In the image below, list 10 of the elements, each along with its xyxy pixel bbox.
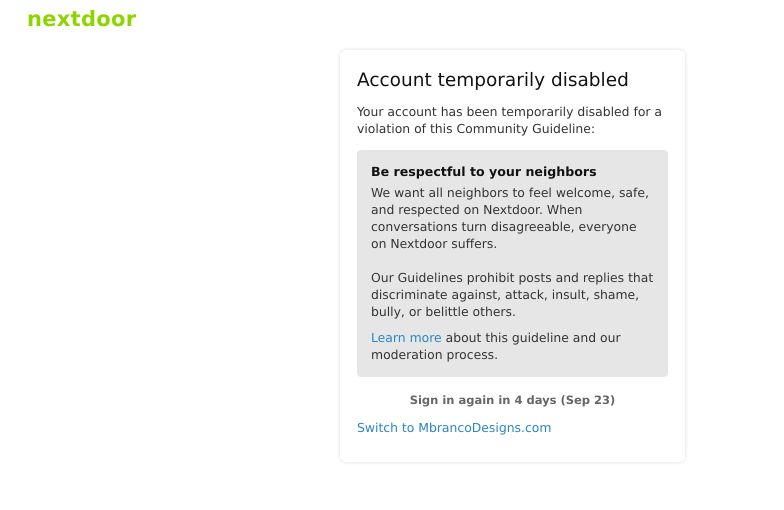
nextdoor-logo[interactable]: nextdoor	[27, 6, 136, 32]
switch-account-link[interactable]: Switch to MbrancoDesigns.com	[357, 420, 552, 435]
guideline-paragraph: We want all neighbors to feel welcome, safe, and respected on Nextdoor. When conversations turn disagreeable, everyone on Nextdoor suffers.	[371, 184, 650, 252]
guideline-paragraph: Our Guidelines prohibit posts and replies that discriminate against, attack, insult, shame, bully, or belittle others.	[371, 269, 654, 320]
intro-text: Your account has been temporarily disabled for a violation of this Community Guideline:	[357, 103, 664, 137]
guideline-heading: Be respectful to your neighbors	[371, 164, 598, 179]
card-title: Account temporarily disabled	[357, 70, 630, 91]
learn-more-link[interactable]: Learn more	[371, 330, 442, 345]
sign-in-notice: Sign in again in 4 days (Sep 23)	[408, 393, 616, 407]
learn-more-text: Learn more about this guideline and our moderation process.	[371, 329, 622, 363]
